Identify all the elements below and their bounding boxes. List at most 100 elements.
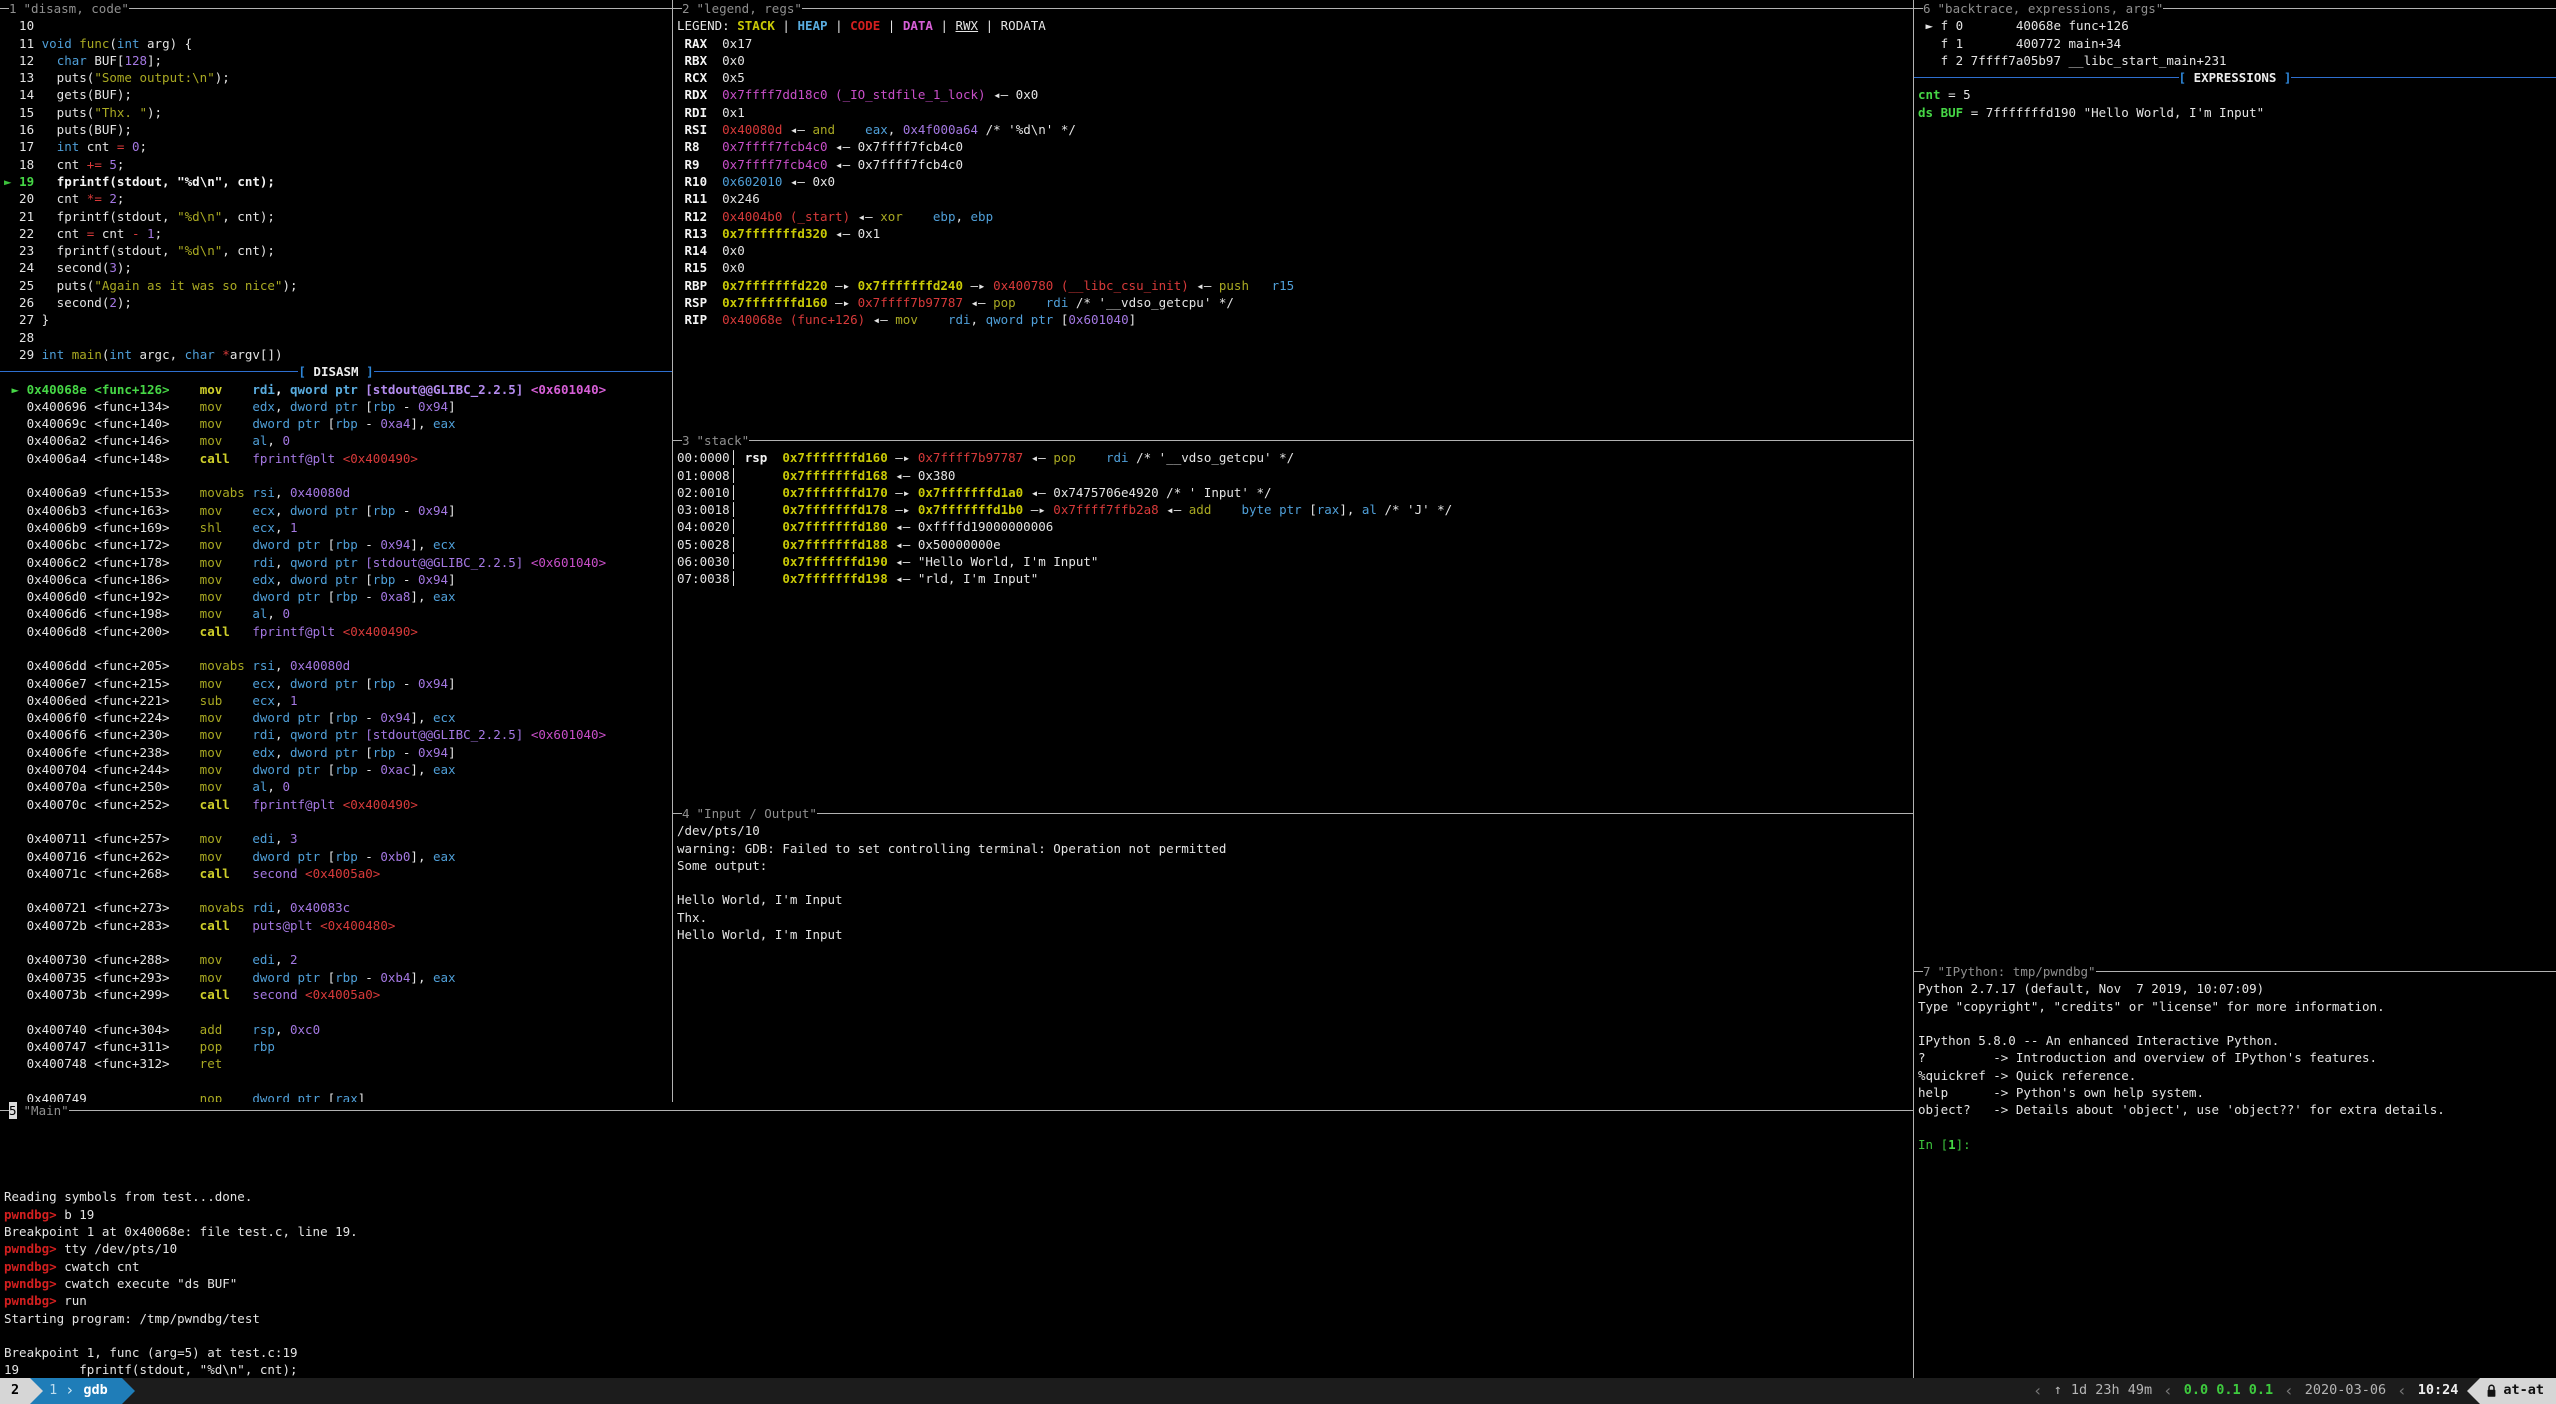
pane-border-line [69,1110,1913,1111]
terminal-line: R10 0x602010 ◂— 0x0 [677,173,1913,190]
window-tab-gdb[interactable]: 1 › gdb [30,1378,122,1404]
vertical-pane-border[interactable] [672,0,673,1102]
terminal-line: Hello World, I'm Input [677,926,1913,943]
pane-backtrace-expressions[interactable]: 6"backtrace, expressions, args" ► f 0 40… [1914,0,2556,963]
terminal-line: 14 gets(BUF); [4,86,672,103]
pane-number: 1 [9,0,17,17]
ipython-console[interactable]: Python 2.7.17 (default, Nov 7 2019, 10:0… [1914,980,2556,1153]
uptime-value: 1d 23h 49m [2071,1382,2152,1399]
terminal-line: 0x40071c <func+268> call second <0x4005a… [4,865,672,882]
terminal-line [4,882,672,899]
terminal-line: f 2 7ffff7a05b97 __libc_start_main+231 [1918,52,2556,69]
pane-title-text: "Input / Output" [697,805,817,822]
terminal-line: 0x4006a9 <func+153> movabs rsi, 0x40080d [4,484,672,501]
lock-icon [2486,1384,2497,1398]
pane-number: 3 [682,432,690,449]
terminal-line: 02:0010│ 0x7fffffffd170 —▸ 0x7fffffffd1a… [677,484,1913,501]
terminal-line: 0x4006bc <func+172> mov dword ptr [rbp -… [4,536,672,553]
pane-legend-regs[interactable]: 2"legend, regs" LEGEND: STACK | HEAP | C… [673,0,1913,432]
status-right: ↑1d 23h 49m 0.0 0.1 0.1 2020-03-06 10:24… [2031,1378,2556,1404]
pane-disasm-code[interactable]: 1"disasm, code" 10 11 void func(int arg)… [0,0,672,1102]
terminal-line: Hello World, I'm Input [677,891,1913,908]
terminal-line: Some output: [677,857,1913,874]
pane-main-gdb[interactable]: 5 "Main" Reading symbols from test...done… [0,1102,1913,1378]
pane-number: 7 [1923,963,1931,980]
terminal-line: 0x4006f6 <func+230> mov rdi, qword ptr [… [4,726,672,743]
terminal-line: Type "copyright", "credits" or "license"… [1918,998,2556,1015]
terminal-line: /dev/pts/10 [677,822,1913,839]
pane-title-text: "stack" [697,432,750,449]
pane-title-text: "backtrace, expressions, args" [1938,0,2164,17]
pane-input-output[interactable]: 4"Input / Output" /dev/pts/10warning: GD… [673,805,1913,1102]
hostname-segment: at-at [2480,1378,2556,1404]
section-label: DISASM [313,363,358,380]
gdb-console[interactable]: Reading symbols from test...done.pwndbg>… [0,1119,1913,1378]
terminal-line: 0x400735 <func+293> mov dword ptr [rbp -… [4,969,672,986]
bracket-open [2179,69,2194,86]
terminal-line: 07:0038│ 0x7fffffffd198 ◂— "rld, I'm Inp… [677,570,1913,587]
terminal-line: 0x4006ed <func+221> sub ecx, 1 [4,692,672,709]
terminal-line: R8 0x7ffff7fcb4c0 ◂— 0x7ffff7fcb4c0 [677,138,1913,155]
pane-border-line [802,8,1913,9]
terminal-line: 0x400747 <func+311> pop rbp [4,1038,672,1055]
terminal-line [4,1154,1913,1171]
terminal-line: R15 0x0 [677,259,1913,276]
terminal-line: object? -> Details about 'object', use '… [1918,1101,2556,1118]
powerline-separator-icon [30,1378,43,1404]
terminal-line: RIP 0x40068e (func+126) ◂— mov rdi, qwor… [677,311,1913,328]
terminal-line: R13 0x7fffffffd320 ◂— 0x1 [677,225,1913,242]
pane-title-main: 5 "Main" [0,1102,1913,1119]
terminal-line: 0x4006d0 <func+192> mov dword ptr [rbp -… [4,588,672,605]
powerline-separator-icon [122,1378,135,1404]
terminal-line: 0x40073b <func+299> call second <0x4005a… [4,986,672,1003]
terminal-line: 0x40072b <func+283> call puts@plt <0x400… [4,917,672,934]
pane-title-input-output: 4"Input / Output" [673,805,1913,822]
terminal-line: Reading symbols from test...done. [4,1188,1913,1205]
pane-border-line [0,8,9,9]
terminal-line: IPython 5.8.0 -- An enhanced Interactive… [1918,1032,2556,1049]
pane-title-backtrace: 6"backtrace, expressions, args" [1914,0,2556,17]
terminal-line: RCX 0x5 [677,69,1913,86]
terminal-line: 0x4006e7 <func+215> mov ecx, dword ptr [… [4,675,672,692]
registers-listing: LEGEND: STACK | HEAP | CODE | DATA | RWX… [673,17,1913,328]
terminal-line [4,640,672,657]
terminal-line: 0x4006f0 <func+224> mov dword ptr [rbp -… [4,709,672,726]
terminal-line: R9 0x7ffff7fcb4c0 ◂— 0x7ffff7fcb4c0 [677,156,1913,173]
terminal-line: 0x4006d6 <func+198> mov al, 0 [4,605,672,622]
pane-border-line [0,1110,9,1111]
terminal-line [1918,1015,2556,1032]
uptime-indicator: ↑1d 23h 49m [2045,1378,2161,1404]
terminal-line: 0x400704 <func+244> mov dword ptr [rbp -… [4,761,672,778]
terminal-line: 22 cnt = cnt - 1; [4,225,672,242]
terminal-line: RAX 0x17 [677,35,1913,52]
terminal-line: 26 second(2); [4,294,672,311]
terminal-line: 0x4006fe <func+238> mov edx, dword ptr [… [4,744,672,761]
pane-border-line [673,440,682,441]
terminal-line: 29 int main(int argc, char *argv[]) [4,346,672,363]
pane-title-text: "Main" [24,1102,69,1119]
terminal-line: ► f 0 40068e func+126 [1918,17,2556,34]
hostname: at-at [2503,1382,2544,1399]
terminal-line: RDX 0x7ffff7dd18c0 (_IO_stdfile_1_lock) … [677,86,1913,103]
pane-title-text: "legend, regs" [697,0,802,17]
terminal-line: LEGEND: STACK | HEAP | CODE | DATA | RWX… [677,17,1913,34]
pane-stack[interactable]: 3"stack" 00:0000│ rsp 0x7fffffffd160 —▸ … [673,432,1913,805]
vertical-pane-border[interactable] [1913,0,1914,1378]
terminal-line: 05:0028│ 0x7fffffffd188 ◂— 0x50000000e [677,536,1913,553]
bracket-close [2276,69,2291,86]
pane-ipython[interactable]: 7"IPython: tmp/pwndbg" Python 2.7.17 (de… [1914,963,2556,1378]
terminal-line: 12 char BUF[128]; [4,52,672,69]
thin-separator-icon [2031,1378,2045,1404]
separator-line [0,371,298,372]
pane-title-ipython: 7"IPython: tmp/pwndbg" [1914,963,2556,980]
terminal-line [4,1137,1913,1154]
active-pane-number: 5 [9,1102,17,1119]
session-name-segment[interactable]: 2 [0,1378,30,1404]
terminal-line: 0x400749 nop dword ptr [rax] [4,1090,672,1102]
terminal-line: In [1]: [1918,1136,2556,1153]
terminal-line: 20 cnt *= 2; [4,190,672,207]
chevron-right-icon: › [65,1382,74,1399]
terminal-line: ► 19 fprintf(stdout, "%d\n", cnt); [4,173,672,190]
terminal-line: 06:0030│ 0x7fffffffd190 ◂— "Hello World,… [677,553,1913,570]
terminal-line: Breakpoint 1 at 0x40068e: file test.c, l… [4,1223,1913,1240]
